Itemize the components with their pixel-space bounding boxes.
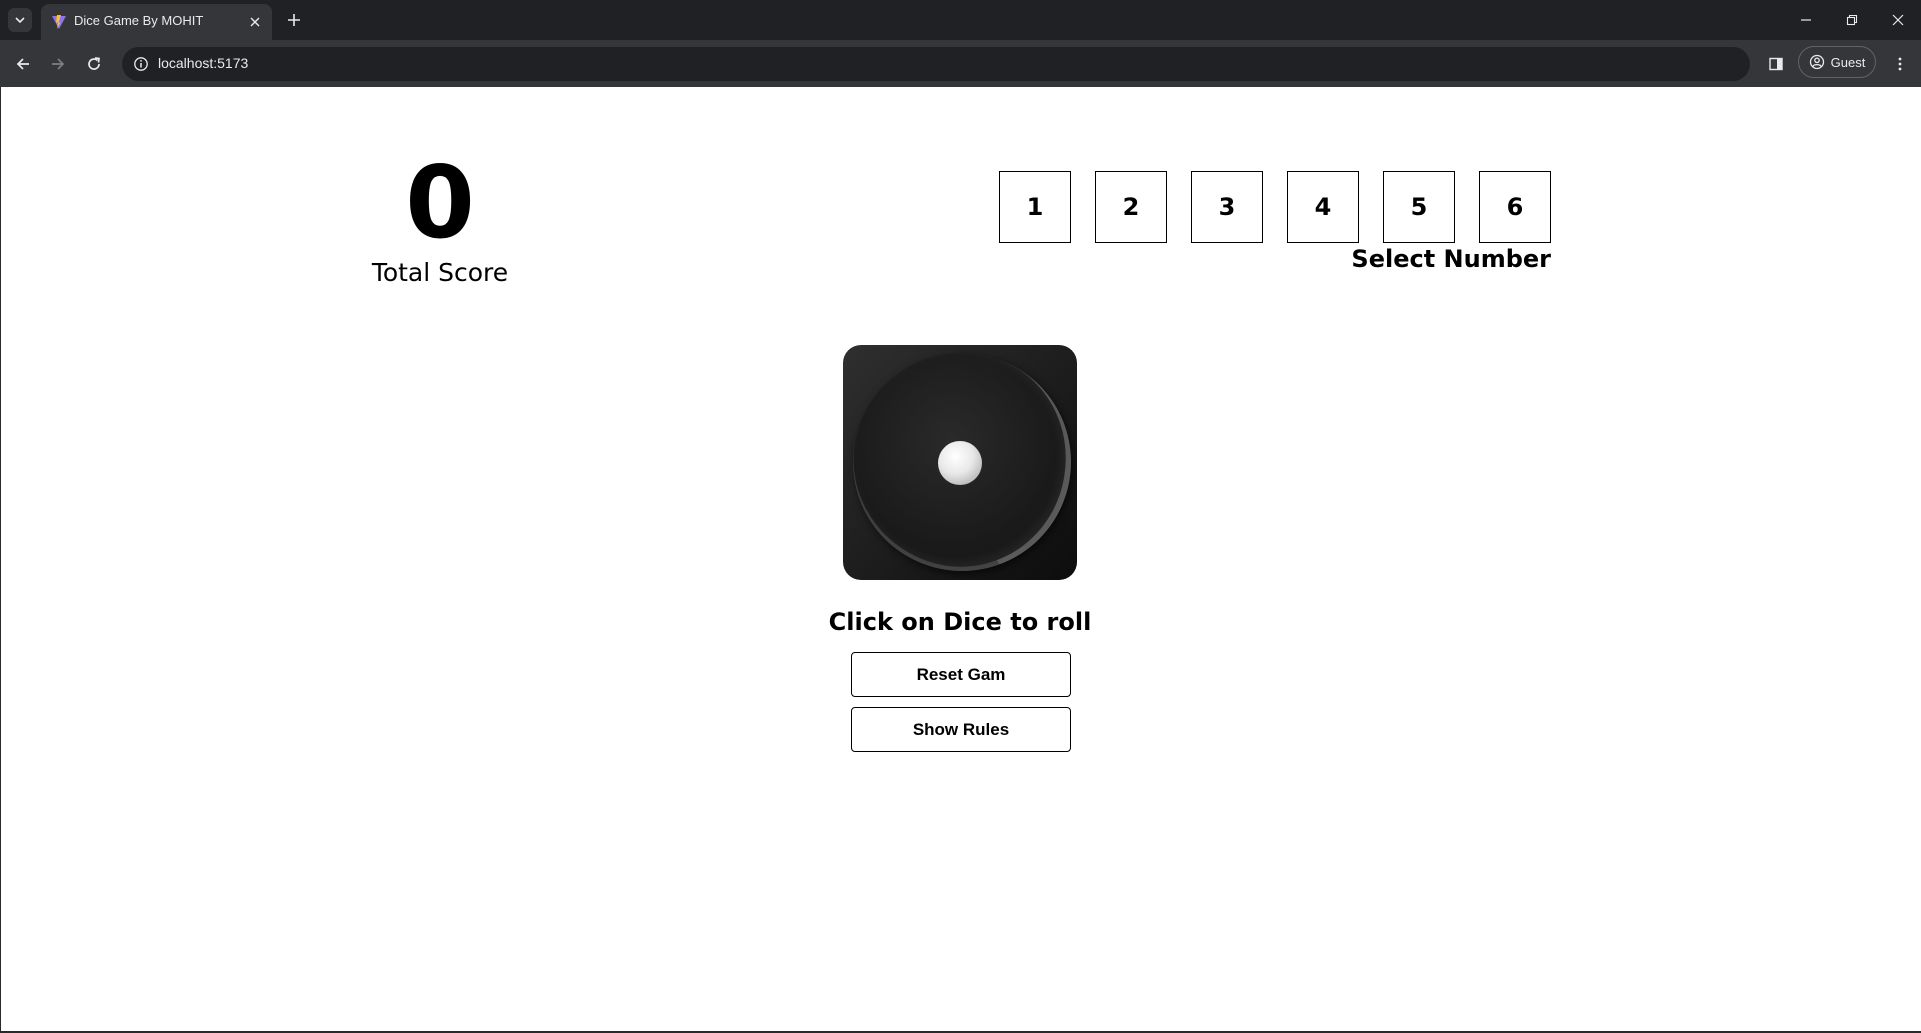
site-info-button[interactable] (132, 55, 150, 73)
close-window-button[interactable] (1881, 6, 1915, 34)
profile-button[interactable]: Guest (1798, 46, 1876, 78)
total-score-label: Total Score (371, 258, 509, 287)
forward-button[interactable] (44, 50, 72, 78)
close-icon (250, 17, 260, 27)
number-option-2[interactable]: 2 (1095, 171, 1167, 243)
roll-hint-text: Click on Dice to roll (828, 608, 1092, 636)
show-rules-button[interactable]: Show Rules (851, 707, 1071, 752)
browser-tab-active[interactable]: Dice Game By MOHIT (41, 4, 272, 40)
account-circle-icon (1809, 54, 1824, 70)
back-button[interactable] (9, 50, 37, 78)
side-panel-icon (1769, 57, 1783, 71)
reload-icon (88, 57, 100, 70)
new-tab-button[interactable] (282, 8, 306, 32)
number-option-3[interactable]: 3 (1191, 171, 1263, 243)
dice-pip (938, 441, 982, 485)
minimize-icon (1801, 19, 1811, 21)
reset-game-button[interactable]: Reset Gam (851, 652, 1071, 697)
tab-close-button[interactable] (246, 13, 264, 31)
tab-title: Dice Game By MOHIT (74, 13, 204, 28)
more-vertical-icon (1898, 57, 1902, 71)
browser-menu-button[interactable] (1886, 50, 1914, 78)
total-score-panel: 0 Total Score (360, 148, 520, 288)
select-number-label: Select Number (1351, 245, 1551, 273)
restore-icon (1846, 14, 1858, 26)
dice-button[interactable] (843, 345, 1077, 580)
arrow-right-icon (52, 58, 65, 70)
reload-button[interactable] (80, 50, 108, 78)
number-option-6[interactable]: 6 (1479, 171, 1551, 243)
url-text: localhost:5173 (158, 55, 249, 71)
number-option-5[interactable]: 5 (1383, 171, 1455, 243)
chevron-down-icon (15, 17, 25, 24)
arrow-left-icon (16, 58, 29, 70)
tab-search-button[interactable] (8, 8, 32, 32)
vite-favicon-icon (52, 15, 66, 29)
browser-toolbar: localhost:5173 Guest (0, 40, 1921, 88)
minimize-button[interactable] (1789, 6, 1823, 34)
total-score-value: 0 (405, 144, 475, 261)
profile-label: Guest (1830, 54, 1866, 70)
browser-tab-strip: Dice Game By MOHIT (0, 0, 1921, 40)
restore-button[interactable] (1835, 6, 1869, 34)
plus-icon (288, 14, 300, 26)
number-option-4[interactable]: 4 (1287, 171, 1359, 243)
address-bar[interactable]: localhost:5173 (122, 47, 1750, 81)
number-option-1[interactable]: 1 (999, 171, 1071, 243)
info-icon (134, 57, 148, 71)
side-panel-button[interactable] (1762, 50, 1790, 78)
close-icon (1892, 14, 1904, 26)
